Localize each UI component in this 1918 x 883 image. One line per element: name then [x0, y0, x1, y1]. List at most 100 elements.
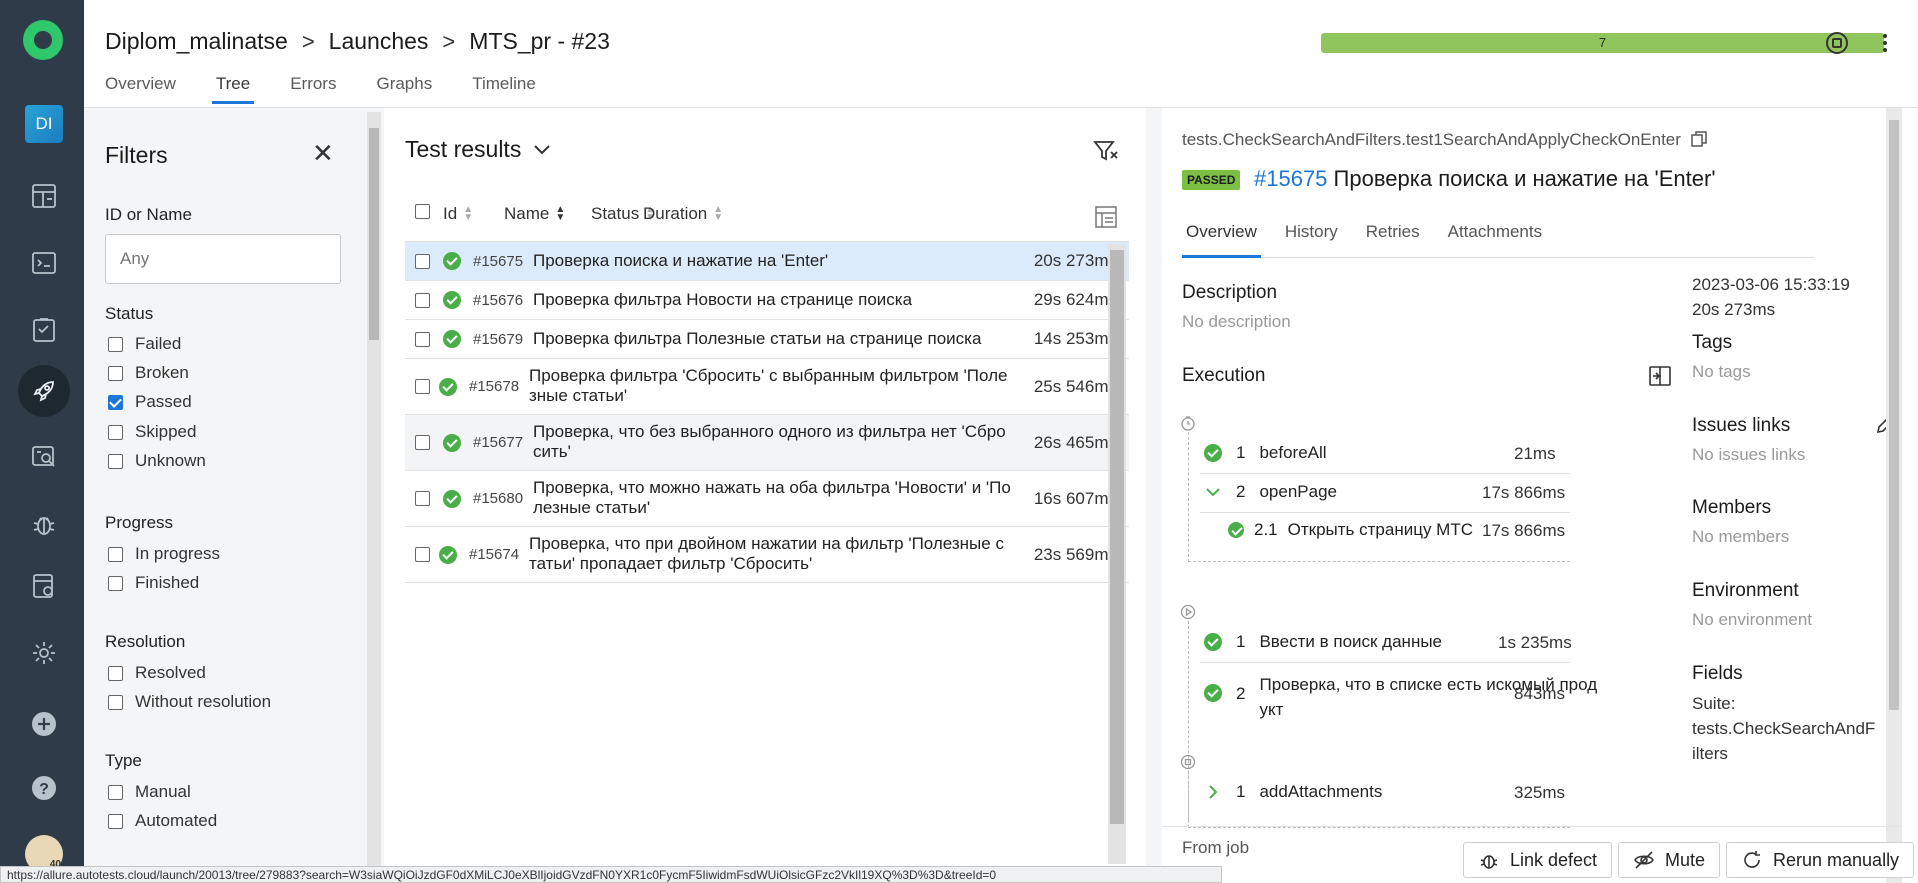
resolution-resolved-checkbox[interactable]: Resolved	[108, 663, 206, 683]
sort-icon[interactable]: ▲ ▼	[555, 205, 565, 223]
resolution-without-checkbox[interactable]: Without resolution	[108, 692, 271, 712]
row-checkbox[interactable]	[415, 292, 430, 308]
step-number: 1	[1236, 632, 1246, 651]
tab-overview[interactable]: Overview	[105, 74, 194, 102]
defects-bug-icon[interactable]	[22, 502, 66, 546]
status-passed-checkbox[interactable]: Passed	[108, 392, 192, 412]
setup-step-2-1[interactable]: 2.1 Открыть страницу МТС	[1228, 520, 1473, 540]
help-icon[interactable]: ?	[22, 766, 66, 810]
analytics-icon[interactable]	[22, 435, 66, 479]
settings-gear-icon[interactable]	[22, 631, 66, 675]
test-id-link[interactable]: #15675	[1254, 166, 1327, 191]
tab-tree[interactable]: Tree	[211, 74, 268, 104]
type-manual-checkbox[interactable]: Manual	[108, 782, 191, 802]
status-unknown-checkbox[interactable]: Unknown	[108, 451, 206, 471]
checkbox[interactable]	[108, 424, 123, 440]
row-checkbox[interactable]	[415, 331, 430, 347]
tab-retries[interactable]: Retries	[1362, 222, 1424, 257]
status-failed-checkbox[interactable]: Failed	[108, 334, 181, 354]
setup-step-1[interactable]: 1 beforeAll	[1204, 443, 1327, 463]
details-scrollbar[interactable]	[1886, 108, 1902, 883]
tab-errors[interactable]: Errors	[290, 74, 354, 102]
sort-icon[interactable]: ▲ ▼	[713, 205, 723, 223]
body-step-1[interactable]: 1 Ввести в поиск данные	[1204, 632, 1442, 652]
launches-list-icon[interactable]	[22, 241, 66, 285]
tab-attachments[interactable]: Attachments	[1444, 222, 1547, 257]
setup-step-2[interactable]: 2 openPage	[1204, 482, 1337, 502]
progress-finished-checkbox[interactable]: Finished	[108, 573, 199, 593]
column-name[interactable]: Name ▲ ▼	[504, 204, 565, 224]
checkbox[interactable]	[108, 813, 123, 829]
tab-graphs[interactable]: Graphs	[376, 74, 450, 102]
breadcrumb-project[interactable]: Diplom_malinatse	[105, 28, 288, 55]
tab-history[interactable]: History	[1281, 222, 1342, 257]
table-row[interactable]: #15676 Проверка фильтра Новости на стран…	[405, 281, 1129, 320]
checkbox[interactable]	[108, 453, 123, 469]
row-name-line: татьи' пропадает фильтр 'Сбросить'	[529, 554, 813, 573]
table-row[interactable]: #15678 Проверка фильтра 'Сбросить' с выб…	[405, 359, 1129, 415]
checkbox-checked[interactable]	[108, 394, 123, 410]
table-row[interactable]: #15677 Проверка, что без выбранного одно…	[405, 415, 1129, 471]
results-scrollbar[interactable]	[1108, 244, 1126, 864]
allure-logo-icon[interactable]	[23, 20, 63, 60]
tab-detail-overview[interactable]: Overview	[1182, 222, 1261, 258]
add-icon[interactable]	[22, 702, 66, 746]
link-defect-button[interactable]: Link defect	[1463, 842, 1613, 878]
sort-icon[interactable]: ▲ ▼	[463, 205, 473, 223]
table-row[interactable]: #15675 Проверка поиска и нажатие на 'Ent…	[405, 242, 1129, 281]
expand-execution-icon[interactable]	[1648, 364, 1672, 388]
row-checkbox[interactable]	[415, 253, 430, 269]
launch-header: Diplom_malinatse > Launches > MTS_pr - #…	[84, 0, 1918, 108]
rerun-manually-button[interactable]: Rerun manually	[1726, 842, 1915, 878]
scrollbar-thumb[interactable]	[1889, 120, 1899, 710]
checkbox[interactable]	[108, 784, 123, 800]
row-checkbox[interactable]	[415, 379, 430, 394]
chevron-down-icon[interactable]	[1204, 483, 1222, 501]
checkbox[interactable]	[108, 575, 123, 591]
launches-rocket-icon[interactable]	[18, 365, 70, 417]
test-cases-icon[interactable]	[22, 308, 66, 352]
scrollbar-thumb[interactable]	[1110, 250, 1124, 824]
progress-in-progress-checkbox[interactable]: In progress	[108, 544, 220, 564]
checkbox[interactable]	[108, 694, 123, 710]
dashboard-icon[interactable]	[22, 174, 66, 218]
select-all-checkbox[interactable]	[415, 204, 430, 219]
teardown-step-1[interactable]: 1 addAttachments	[1204, 782, 1382, 802]
checkbox[interactable]	[108, 665, 123, 681]
mute-button[interactable]: Mute	[1618, 842, 1721, 878]
checkbox[interactable]	[108, 365, 123, 381]
column-id-label: Id	[443, 204, 458, 223]
test-results-dropdown[interactable]: Test results	[405, 136, 552, 163]
row-checkbox[interactable]	[415, 491, 430, 506]
checkbox[interactable]	[108, 546, 123, 562]
tab-timeline[interactable]: Timeline	[472, 74, 554, 102]
table-row[interactable]: #15680 Проверка, что можно нажать на оба…	[405, 471, 1129, 527]
scrollbar-thumb[interactable]	[369, 128, 379, 340]
row-checkbox[interactable]	[415, 547, 430, 562]
close-icon[interactable]: ✕	[312, 138, 334, 169]
table-row[interactable]: #15674 Проверка, что при двойном нажатии…	[405, 527, 1129, 583]
row-checkbox[interactable]	[415, 435, 430, 450]
stop-launch-icon[interactable]	[1824, 30, 1850, 56]
row-name: Проверка фильтра Новости на странице пои…	[533, 290, 913, 309]
column-id[interactable]: Id ▲ ▼	[443, 204, 473, 224]
filters-scrollbar[interactable]	[367, 112, 381, 883]
more-menu-icon[interactable]	[1872, 30, 1898, 56]
id-or-name-input[interactable]	[105, 234, 341, 284]
environment-heading: Environment	[1692, 580, 1799, 601]
jobs-icon[interactable]	[22, 564, 66, 608]
copy-icon[interactable]	[1690, 130, 1708, 148]
panel-splitter[interactable]	[1146, 108, 1162, 883]
checkbox[interactable]	[108, 336, 123, 352]
column-duration[interactable]: Duration ▲ ▼	[643, 204, 723, 224]
status-broken-checkbox[interactable]: Broken	[108, 363, 189, 383]
checkbox-label: Passed	[135, 392, 192, 411]
type-automated-checkbox[interactable]: Automated	[108, 811, 217, 831]
table-row[interactable]: #15679 Проверка фильтра Полезные статьи …	[405, 320, 1129, 359]
column-settings-icon[interactable]	[1093, 204, 1119, 230]
chevron-right-icon[interactable]	[1204, 783, 1222, 801]
status-skipped-checkbox[interactable]: Skipped	[108, 422, 196, 442]
breadcrumb-launches[interactable]: Launches	[329, 28, 429, 55]
project-avatar[interactable]: DI	[25, 105, 63, 143]
clear-filter-icon[interactable]	[1091, 136, 1121, 166]
